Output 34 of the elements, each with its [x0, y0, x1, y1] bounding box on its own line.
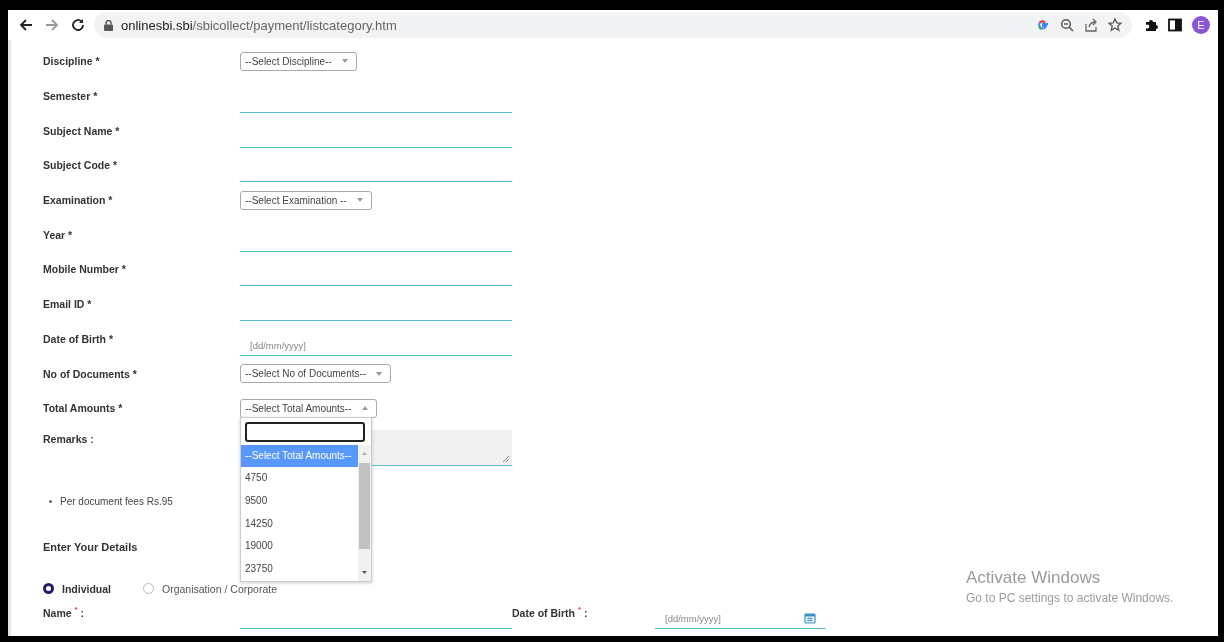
date-field[interactable]: [dd/mm/yyyy]: [240, 335, 512, 356]
field-label: Name $^{*}$ :: [43, 604, 86, 619]
dropdown[interactable]: --Select Total Amounts--: [240, 398, 377, 418]
field-label: Total Amounts *: [43, 402, 124, 415]
field-label: Semester *: [43, 90, 99, 103]
dropdown[interactable]: --Select Examination --: [240, 190, 372, 210]
field-label: Year *: [43, 228, 74, 241]
date-field[interactable]: [dd/mm/yyyy]: [655, 608, 826, 629]
field-label: Date of Birth *: [43, 332, 114, 345]
dropdown-option[interactable]: 9500: [241, 490, 358, 513]
profile-avatar[interactable]: E: [1192, 16, 1210, 34]
field-label: Mobile Number *: [43, 263, 127, 276]
dropdown-option[interactable]: 19000: [241, 535, 358, 558]
field-label: Examination *: [43, 194, 114, 207]
section-title: Enter Your Details: [43, 540, 138, 553]
activation-title: Activate Windows: [966, 568, 1102, 588]
url-text: onlinesbi.sbi/sbicollect/payment/listcategory.htm: [121, 17, 398, 33]
dropdown-option[interactable]: 23750: [241, 557, 358, 581]
field-label: Remarks :: [43, 431, 95, 445]
dropdown[interactable]: --Select No of Documents--: [240, 364, 392, 384]
field-label: Subject Name *: [43, 124, 121, 137]
field-label: Date of Birth $^{*}$ :: [512, 604, 589, 619]
dropdown-option[interactable]: 14250: [241, 512, 358, 536]
field-label: Discipline *: [43, 55, 101, 68]
address-bar[interactable]: onlinesbi.sbi/sbicollect/payment/listcategory.htm: [94, 12, 1132, 38]
dropdown[interactable]: --Select Discipline--: [240, 51, 357, 71]
field-label: Email ID *: [43, 298, 93, 311]
radio-label[interactable]: Individual: [62, 582, 111, 595]
dropdown-option[interactable]: 4750: [241, 467, 358, 491]
field-label: Subject Code *: [43, 159, 119, 172]
activation-message: Go to PC settings to activate Windows.: [966, 591, 1174, 605]
field-label: No of Documents *: [43, 367, 138, 380]
fee-note: Per document fees Rs.95: [60, 495, 173, 507]
radio-label[interactable]: Organisation / Corporate: [162, 582, 277, 595]
